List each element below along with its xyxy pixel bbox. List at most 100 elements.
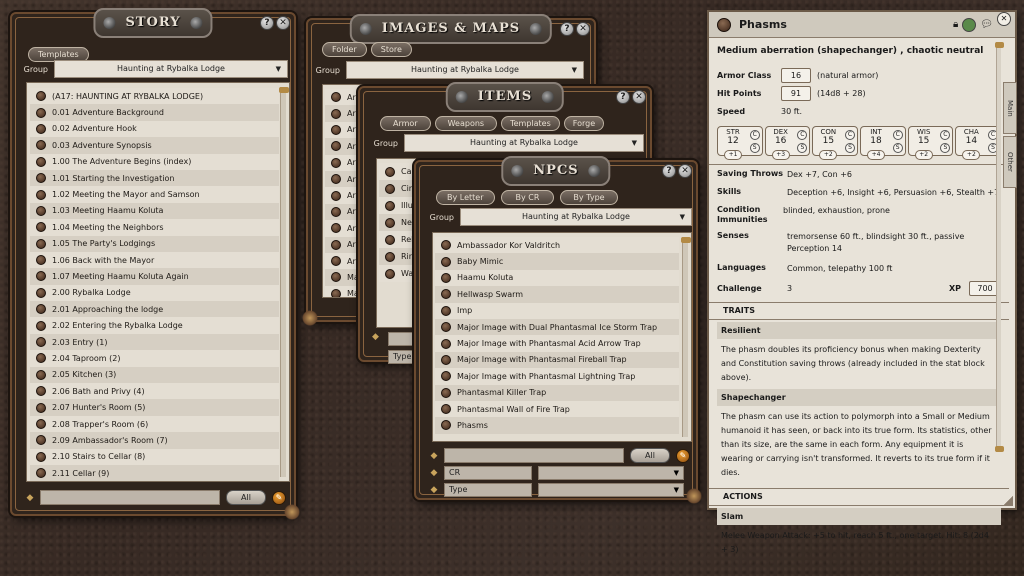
resize-handle[interactable] — [686, 488, 702, 504]
list-item[interactable]: 2.08 Trapper's Room (6) — [30, 416, 279, 432]
sheet-name[interactable]: Phasms — [739, 18, 953, 31]
list-item[interactable]: 0.02 Adventure Hook — [30, 121, 279, 137]
check-button[interactable]: C — [797, 130, 807, 140]
list-item[interactable]: 2.10 Stairs to Cellar (8) — [30, 449, 279, 465]
story-title[interactable]: STORY — [93, 8, 212, 38]
cr-filter-select[interactable]: ▼ — [538, 466, 684, 480]
list-item[interactable]: Major Image with Phantasmal Lightning Tr… — [435, 368, 679, 384]
close-icon[interactable]: ✕ — [632, 90, 646, 104]
list-item[interactable]: War — [379, 265, 415, 282]
all-button[interactable]: All — [226, 490, 266, 505]
token-icon[interactable] — [717, 18, 731, 32]
tab-templates[interactable]: Templates — [501, 116, 560, 131]
help-icon[interactable]: ? — [560, 22, 574, 36]
help-icon[interactable]: ? — [616, 90, 630, 104]
list-item[interactable]: Haamu Koluta — [435, 270, 679, 286]
list-item[interactable]: Phantasmal Killer Trap — [435, 385, 679, 401]
ability-score[interactable]: 16 — [770, 136, 792, 146]
list-item[interactable]: 2.06 Bath and Privy (4) — [30, 383, 279, 399]
list-item[interactable]: 2.02 Entering the Rybalka Lodge — [30, 317, 279, 333]
check-button[interactable]: C — [845, 130, 855, 140]
close-icon[interactable]: ✕ — [678, 164, 692, 178]
challenge-value[interactable]: 3 — [787, 283, 949, 295]
armor-class-note[interactable]: (natural armor) — [817, 71, 878, 80]
ability-score[interactable]: 18 — [865, 136, 887, 146]
hit-points-note[interactable]: (14d8 + 28) — [817, 89, 866, 98]
list-item[interactable]: Baby Mimic — [435, 253, 679, 269]
type-filter-select[interactable]: ▼ — [538, 483, 684, 497]
action-name[interactable]: Slam — [717, 508, 1001, 525]
save-button[interactable]: S — [940, 143, 950, 153]
list-item[interactable]: Phantasmal Wall of Fire Trap — [435, 401, 679, 417]
tab-weapons[interactable]: Weapons — [435, 116, 497, 131]
list-item[interactable]: (A17: HAUNTING AT RYBALKA LODGE) — [30, 88, 279, 104]
list-item[interactable]: Circ — [379, 180, 415, 197]
list-item[interactable]: Hellwasp Swarm — [435, 286, 679, 302]
list-item[interactable]: 0.03 Adventure Synopsis — [30, 137, 279, 153]
close-icon[interactable]: ✕ — [576, 22, 590, 36]
save-button[interactable]: S — [845, 143, 855, 153]
check-button[interactable]: C — [893, 130, 903, 140]
list-item[interactable]: 2.04 Taproom (2) — [30, 350, 279, 366]
npcs-title[interactable]: NPCS — [501, 156, 610, 186]
lock-icon[interactable]: 🔒︎ — [953, 19, 958, 30]
story-scrollbar[interactable] — [280, 87, 286, 477]
list-item[interactable]: 2.01 Approaching the lodge — [30, 301, 279, 317]
senses-value[interactable]: tremorsense 60 ft., blindsight 30 ft., p… — [787, 231, 1001, 255]
list-item[interactable]: Illus — [379, 197, 415, 214]
list-item[interactable]: Major Image with Phantasmal Fireball Tra… — [435, 352, 679, 368]
list-item[interactable]: 1.06 Back with the Mayor — [30, 252, 279, 268]
tab-other[interactable]: Other — [1003, 136, 1017, 188]
group-select[interactable]: Haunting at Rybalka Lodge ▼ — [346, 61, 584, 79]
list-item[interactable]: Rele — [379, 231, 415, 248]
group-select[interactable]: Haunting at Rybalka Lodge ▼ — [54, 60, 288, 78]
list-item[interactable]: Imp — [435, 303, 679, 319]
action-text[interactable]: Melee Weapon Attack: +5 to hit, reach 5 … — [717, 525, 1001, 559]
list-item[interactable]: 2.00 Rybalka Lodge — [30, 285, 279, 301]
tab-by-letter[interactable]: By Letter — [436, 190, 495, 205]
tab-main[interactable]: Main — [1003, 82, 1017, 134]
tab-by-cr[interactable]: By CR — [501, 190, 555, 205]
condition-immunities-value[interactable]: blinded, exhaustion, prone — [783, 205, 1001, 217]
sheet-scrollbar[interactable] — [996, 42, 1001, 452]
list-item[interactable]: 1.02 Meeting the Mayor and Samson — [30, 186, 279, 202]
ability-score[interactable]: 12 — [722, 136, 744, 146]
trait-name[interactable]: Shapechanger — [717, 389, 1001, 406]
list-item[interactable]: 2.07 Hunter's Room (5) — [30, 399, 279, 415]
edit-icon[interactable]: ✎ — [272, 491, 286, 505]
filter-input[interactable] — [40, 490, 220, 505]
images-maps-title[interactable]: IMAGES & MAPS — [350, 14, 552, 44]
trait-text[interactable]: The phasm doubles its proficiency bonus … — [717, 339, 1001, 387]
list-item[interactable]: 2.03 Entry (1) — [30, 334, 279, 350]
resize-handle[interactable] — [302, 310, 318, 326]
list-item[interactable]: 1.01 Starting the Investigation — [30, 170, 279, 186]
list-item[interactable]: 0.01 Adventure Background — [30, 104, 279, 120]
skills-value[interactable]: Deception +6, Insight +6, Persuasion +6,… — [787, 187, 1001, 199]
list-item[interactable]: Major Image with Phantasmal Acid Arrow T… — [435, 335, 679, 351]
help-icon[interactable]: ? — [260, 16, 274, 30]
hit-points-field[interactable]: 91 — [781, 86, 811, 101]
save-button[interactable]: S — [893, 143, 903, 153]
list-item[interactable]: Major Image with Dual Phantasmal Ice Sto… — [435, 319, 679, 335]
close-icon[interactable]: ✕ — [997, 12, 1011, 26]
edit-icon[interactable]: ✎ — [676, 449, 690, 463]
save-button[interactable]: S — [797, 143, 807, 153]
armor-class-field[interactable]: 16 — [781, 68, 811, 83]
list-item[interactable]: Ring — [379, 248, 415, 265]
list-item[interactable]: 2.11 Cellar (9) — [30, 465, 279, 481]
portrait-icon[interactable] — [962, 18, 976, 32]
languages-value[interactable]: Common, telepathy 100 ft — [787, 263, 1001, 275]
list-item[interactable]: 1.07 Meeting Haamu Koluta Again — [30, 268, 279, 284]
list-item[interactable]: Cap — [379, 163, 415, 180]
check-button[interactable]: C — [750, 130, 760, 140]
list-item[interactable]: 1.03 Meeting Haamu Koluta — [30, 203, 279, 219]
list-item[interactable]: 1.00 The Adventure Begins (index) — [30, 154, 279, 170]
npcs-scrollbar[interactable] — [682, 237, 688, 437]
ability-score[interactable]: 15 — [817, 136, 839, 146]
store-button[interactable]: Store — [371, 42, 412, 57]
close-icon[interactable]: ✕ — [276, 16, 290, 30]
tab-by-type[interactable]: By Type — [560, 190, 617, 205]
chat-icon[interactable]: 💬︎ — [980, 19, 993, 30]
help-icon[interactable]: ? — [662, 164, 676, 178]
filter-input[interactable] — [444, 448, 624, 463]
